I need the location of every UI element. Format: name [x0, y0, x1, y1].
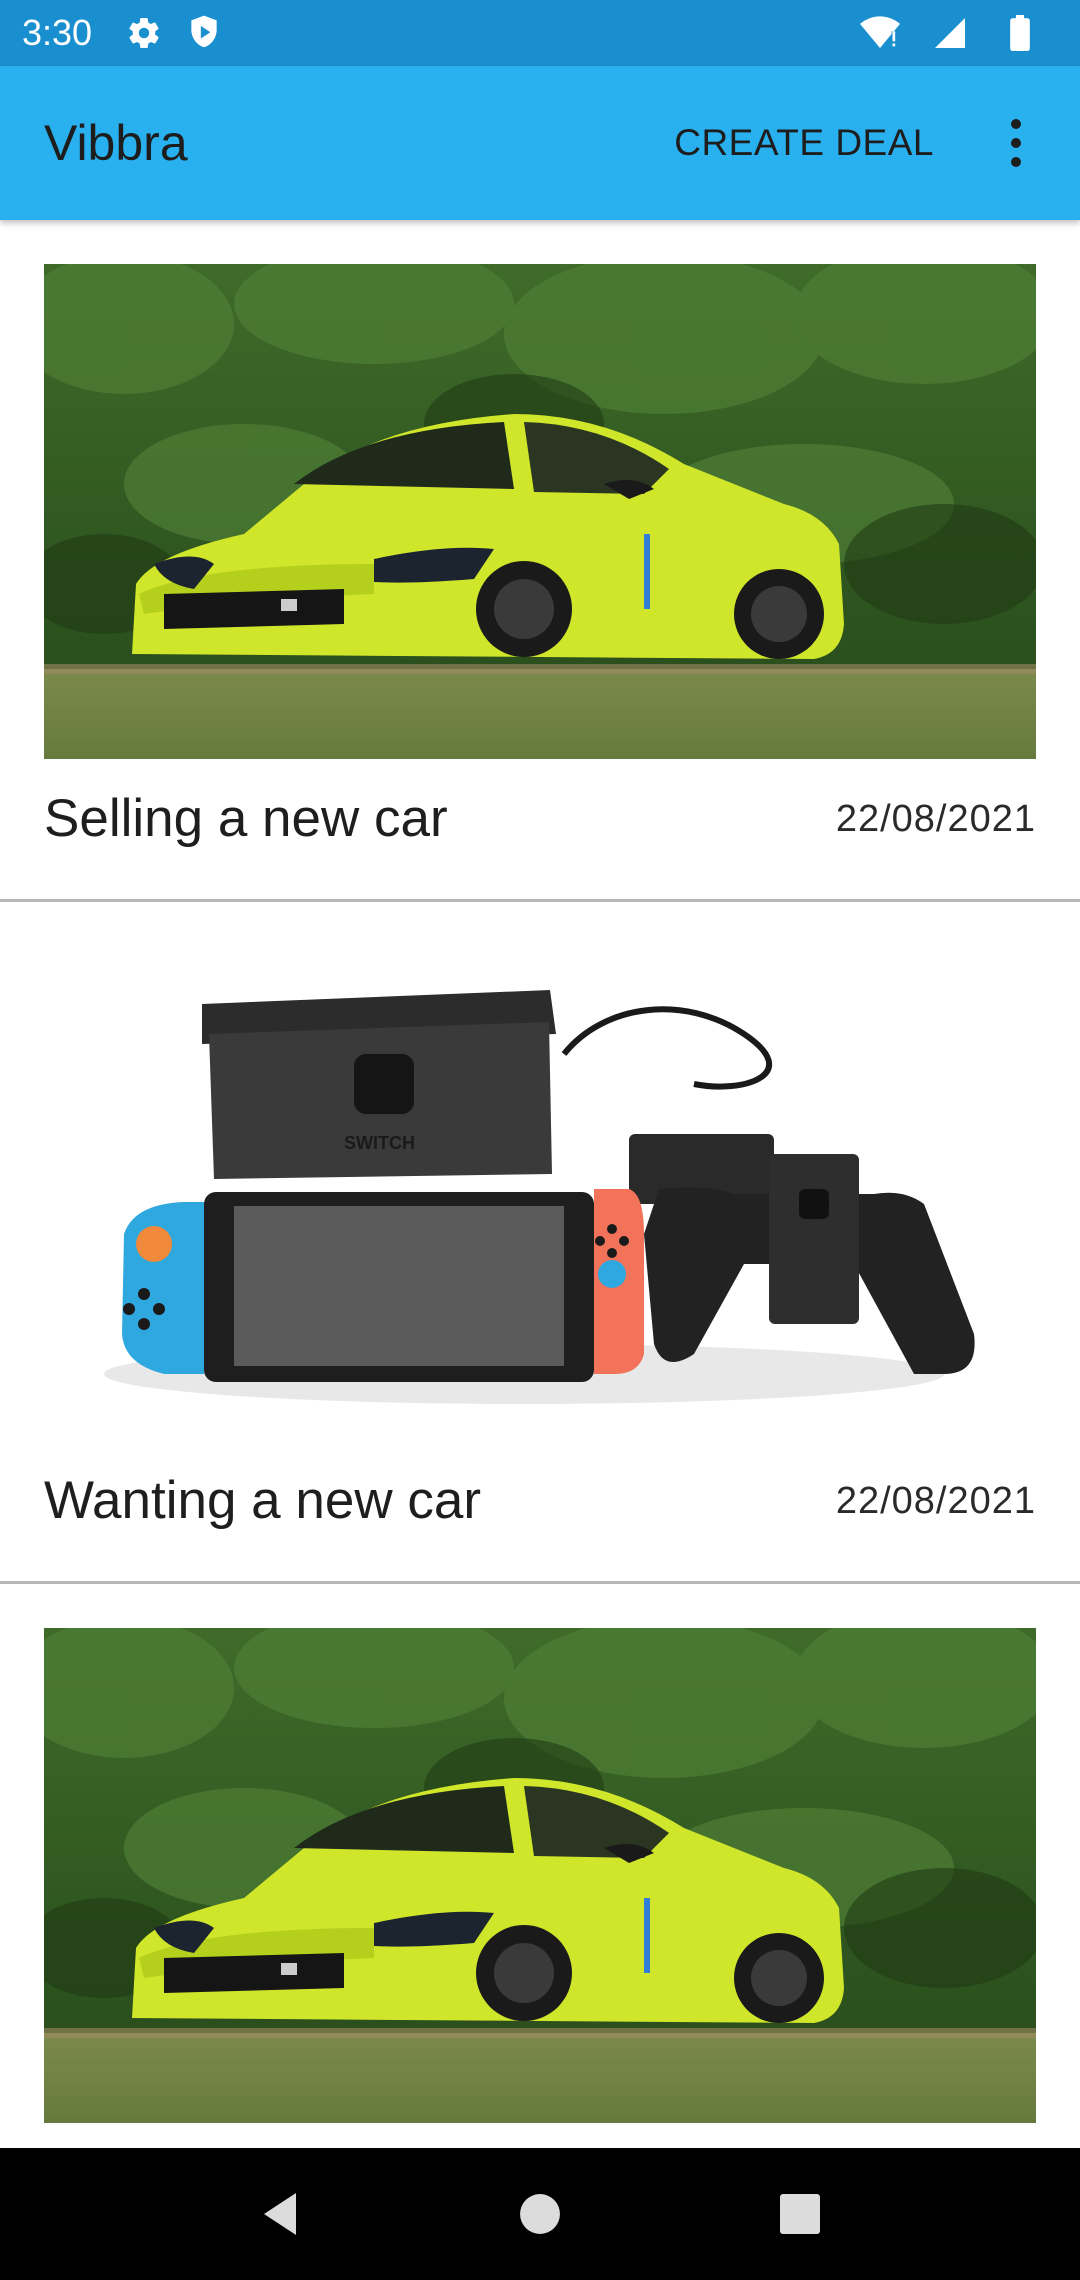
navigation-bar	[0, 2148, 1080, 2280]
deal-date: 22/08/2021	[835, 1480, 1036, 1522]
signal-icon	[928, 11, 972, 55]
deal-list[interactable]: Selling a new car 22/08/2021 SWITCH Want…	[0, 220, 1080, 2148]
deal-image-car	[44, 264, 1036, 759]
status-time: 3:30	[22, 12, 93, 53]
home-icon[interactable]	[500, 2174, 580, 2254]
deal-image-car	[44, 1628, 1036, 2123]
app-title: Vibbra	[44, 115, 188, 171]
status-bar: 3:30	[0, 0, 1080, 66]
deal-card[interactable]	[0, 1584, 1080, 2148]
more-vert-icon[interactable]	[996, 103, 1036, 183]
deal-date: 22/08/2021	[835, 798, 1036, 840]
deal-title: Wanting a new car	[44, 1471, 481, 1530]
deal-image-switch: SWITCH	[44, 934, 1036, 1429]
create-deal-button[interactable]: CREATE DEAL	[664, 102, 944, 184]
recents-icon[interactable]	[760, 2174, 840, 2254]
svg-text:SWITCH: SWITCH	[344, 1133, 415, 1153]
shield-icon	[182, 11, 226, 55]
deal-card[interactable]: SWITCH Wanting a new car 22/08/2021	[0, 902, 1080, 1584]
battery-icon	[998, 11, 1042, 55]
wifi-icon	[858, 11, 902, 55]
back-icon[interactable]	[240, 2174, 320, 2254]
settings-icon	[122, 11, 166, 55]
deal-card[interactable]: Selling a new car 22/08/2021	[0, 220, 1080, 902]
deal-title: Selling a new car	[44, 789, 448, 848]
app-bar: Vibbra CREATE DEAL	[0, 66, 1080, 220]
